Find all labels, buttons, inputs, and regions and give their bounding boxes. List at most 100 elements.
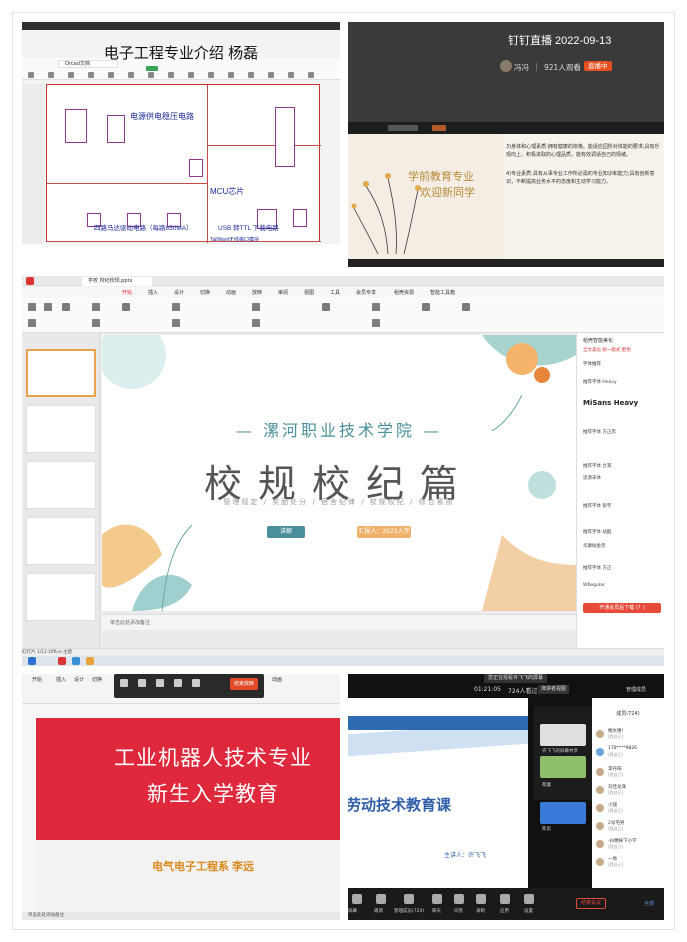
tool-icon[interactable] <box>28 72 34 78</box>
tool-icon[interactable] <box>308 72 314 78</box>
menu-item[interactable]: 动画 <box>272 676 282 683</box>
survey-icon[interactable] <box>454 894 464 904</box>
tool-icon[interactable] <box>372 319 380 327</box>
font-option[interactable]: 推荐字体 仓耳 <box>583 463 611 469</box>
slide-thumbnail[interactable] <box>26 461 96 509</box>
textbox-icon[interactable] <box>322 303 330 311</box>
bold-icon[interactable] <box>172 319 180 327</box>
settings-icon[interactable] <box>524 894 534 904</box>
apply-button[interactable]: 开通会员后下载 (？) <box>583 603 661 613</box>
control-button[interactable] <box>432 125 446 131</box>
menu-item[interactable]: 工具 <box>330 289 340 296</box>
tool-icon[interactable] <box>248 72 254 78</box>
control-button[interactable] <box>388 125 418 131</box>
layout-icon[interactable] <box>122 303 130 311</box>
font-icon[interactable] <box>172 303 180 311</box>
screen-share-icon[interactable] <box>352 894 362 904</box>
shape-icon[interactable] <box>372 303 380 311</box>
tool-icon[interactable] <box>188 72 194 78</box>
invite-icon[interactable] <box>376 894 386 904</box>
tool-icon[interactable] <box>148 72 154 78</box>
app-icon[interactable] <box>86 657 94 665</box>
slide-thumbnail[interactable] <box>26 349 96 397</box>
chat-icon[interactable] <box>432 894 442 904</box>
font-option[interactable]: 推荐字体 锐字 <box>583 503 611 509</box>
members-icon[interactable] <box>404 894 414 904</box>
notes-bar[interactable]: 单击此处添加备注 <box>22 912 340 920</box>
pen-icon[interactable] <box>120 679 128 687</box>
notes-field[interactable]: 单击此处添加备注 <box>102 614 576 630</box>
menu-item[interactable]: 稻壳资源 <box>394 289 414 296</box>
slide-thumbnail[interactable] <box>26 517 96 565</box>
arrange-icon[interactable] <box>422 303 430 311</box>
new-slide-icon[interactable] <box>92 303 100 311</box>
format-icon[interactable] <box>62 303 70 311</box>
menu-item[interactable]: 审阅 <box>278 289 288 296</box>
menu-item[interactable]: 视图 <box>304 289 314 296</box>
all-members-button[interactable]: 全部 <box>644 900 654 907</box>
tool-icon[interactable] <box>108 72 114 78</box>
tool-icon[interactable] <box>208 72 214 78</box>
slide-thumbnail[interactable] <box>26 405 96 453</box>
green-action-button[interactable] <box>146 66 158 71</box>
tool-icon[interactable] <box>168 72 174 78</box>
tool-icon[interactable] <box>128 72 134 78</box>
zoom-icon[interactable] <box>174 679 182 687</box>
font-option[interactable]: WRegular <box>583 583 605 588</box>
align-icon[interactable] <box>252 303 260 311</box>
menu-item[interactable]: 智能工具箱 <box>430 289 455 296</box>
main-slide[interactable]: — 漯河职业技术学院 — 校规校纪篇 管理规定 / 奖励处分 / 宿舍纪律 / … <box>102 335 576 611</box>
tool-icon[interactable] <box>28 319 36 327</box>
tool-icon[interactable] <box>228 72 234 78</box>
app-icon[interactable] <box>72 657 80 665</box>
tool-icon[interactable] <box>268 72 274 78</box>
menu-item[interactable]: 开始 <box>122 289 132 296</box>
end-slideshow-button[interactable]: 结束放映 <box>229 678 258 690</box>
font-option[interactable]: 推荐字体 方正 <box>583 565 611 571</box>
menu-item[interactable]: 设计 <box>74 676 84 683</box>
menu-item[interactable]: 插入 <box>148 289 158 296</box>
cut-icon[interactable] <box>44 303 52 311</box>
menu-item[interactable]: 切换 <box>92 676 102 683</box>
menu-item[interactable]: 设计 <box>174 289 184 296</box>
video-tile[interactable] <box>540 724 586 746</box>
paragraph-icon[interactable] <box>252 319 260 327</box>
video-tile[interactable] <box>540 756 586 778</box>
find-icon[interactable] <box>462 303 470 311</box>
apps-icon[interactable] <box>500 894 510 904</box>
font-option[interactable]: 推荐字体 Heavy <box>583 379 617 385</box>
video-tile[interactable] <box>540 802 586 824</box>
font-option[interactable]: 华康俪金黑 <box>583 543 606 549</box>
pointer-icon[interactable] <box>138 679 146 687</box>
font-option[interactable]: 推荐字体 方正黑 <box>583 429 616 435</box>
slide-thumbnail[interactable] <box>26 573 96 621</box>
font-option[interactable]: 思源宋体 <box>583 475 601 481</box>
tool-icon[interactable] <box>88 72 94 78</box>
member-name[interactable]: 178****9826 <box>608 746 637 751</box>
menu-item[interactable]: 会员专享 <box>356 289 376 296</box>
app-icon[interactable] <box>58 657 66 665</box>
panel-tabs[interactable]: 全文美化 统一版式 配色 <box>583 347 663 353</box>
font-option[interactable]: MiSans Heavy <box>583 399 638 407</box>
manage-members-button[interactable]: 管理成员 <box>626 686 646 693</box>
slide-paragraph: 3)身体和心理素质:拥有健康的体格。能适应园所对体能的要求;具有乐观向上、积极进… <box>506 144 660 158</box>
end-meeting-button[interactable]: 结束会议 <box>576 898 607 909</box>
paste-icon[interactable] <box>28 303 36 311</box>
menu-item[interactable]: 切换 <box>200 289 210 296</box>
menu-item[interactable]: 放映 <box>252 289 262 296</box>
start-icon[interactable] <box>28 657 36 665</box>
tool-icon[interactable] <box>288 72 294 78</box>
font-option[interactable]: 推荐字体 站酷 <box>583 529 611 535</box>
tool-icon[interactable] <box>48 72 54 78</box>
wps-app-icon[interactable] <box>26 277 34 285</box>
view-mode-button[interactable]: 演讲者视图 <box>538 685 570 694</box>
grid-icon[interactable] <box>156 679 164 687</box>
menu-item[interactable]: 插入 <box>56 676 66 683</box>
menu-item[interactable]: 开始 <box>32 676 42 683</box>
menu-item[interactable]: 动画 <box>226 289 236 296</box>
more-icon[interactable] <box>192 679 200 687</box>
document-tab[interactable]: 学校 校纪校规.pptx <box>82 277 152 286</box>
tool-icon[interactable] <box>92 319 100 327</box>
tool-icon[interactable] <box>68 72 74 78</box>
record-icon[interactable] <box>476 894 486 904</box>
